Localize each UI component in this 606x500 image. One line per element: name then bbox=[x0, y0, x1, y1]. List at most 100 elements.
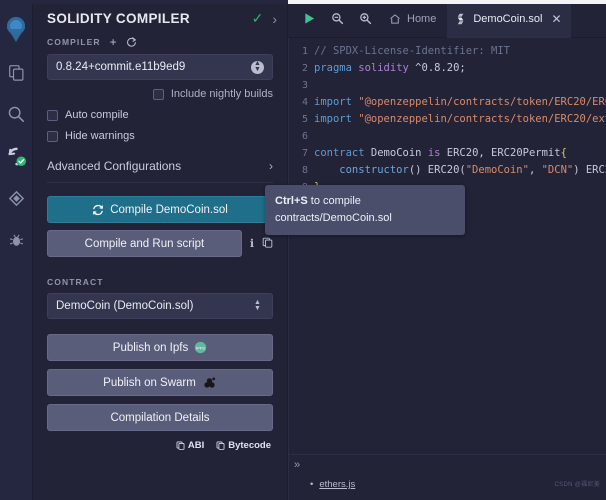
code-token: () bbox=[408, 164, 428, 176]
bytecode-label: Bytecode bbox=[228, 440, 271, 451]
close-icon[interactable]: ✕ bbox=[551, 12, 561, 26]
copy-icon-svg bbox=[262, 237, 273, 248]
info-icon[interactable]: ℹ bbox=[250, 237, 254, 250]
bug-icon bbox=[9, 234, 23, 246]
auto-compile-label: Auto compile bbox=[65, 109, 129, 121]
sidebar-item-solidity-compiler[interactable] bbox=[0, 135, 33, 177]
zoom-in-icon bbox=[359, 13, 371, 25]
ethersjs-link[interactable]: ethers.js bbox=[319, 479, 355, 490]
code-token: "@openzeppelin/contracts/token/ERC20/ext bbox=[358, 113, 606, 125]
line-number-gutter: 123456789 bbox=[288, 38, 314, 454]
contract-stepper-icon: ▲ ▼ bbox=[251, 299, 264, 313]
sidebar-item-debugger[interactable] bbox=[0, 219, 33, 261]
code-token: import bbox=[314, 113, 359, 125]
deploy-diamond-icon bbox=[8, 190, 24, 206]
code-token: , bbox=[528, 164, 542, 176]
contract-label: CONTRACT bbox=[47, 277, 104, 287]
code-token: pragma bbox=[314, 62, 359, 74]
chevrons-down-icon[interactable]: » bbox=[294, 459, 300, 471]
advanced-configurations-row[interactable]: Advanced Configurations › bbox=[47, 159, 273, 183]
solidity-compiler-icon bbox=[8, 147, 26, 166]
code-token: contract bbox=[314, 147, 371, 159]
icon-sidebar bbox=[0, 0, 33, 500]
run-button[interactable] bbox=[296, 6, 322, 32]
tab-democoin-sol-label: DemoCoin.sol bbox=[473, 12, 543, 25]
code-token: ^0.8.20; bbox=[415, 62, 466, 74]
publish-on-ipfs-button[interactable]: Publish on Ipfs IPFS bbox=[47, 334, 273, 361]
compile-button[interactable]: Compile DemoCoin.sol bbox=[47, 196, 273, 223]
tooltip-text: to compile bbox=[307, 195, 361, 207]
sidebar-item-deploy-run[interactable] bbox=[0, 177, 33, 219]
panel-body: COMPILER + 0.8.24+commit.e11b9ed9 ▲ ▼ In… bbox=[33, 33, 287, 451]
sidebar-item-remix-logo[interactable] bbox=[0, 9, 33, 51]
code-line: pragma solidity ^0.8.20; bbox=[314, 60, 606, 77]
play-icon bbox=[304, 13, 314, 24]
tab-home-label: Home bbox=[407, 12, 437, 25]
code-line: // SPDX-License-Identifier: MIT bbox=[314, 43, 606, 60]
remix-ide-window: SOLIDITY COMPILER ✓ › COMPILER + 0.8.24+… bbox=[0, 0, 606, 500]
line-number: 1 bbox=[301, 46, 308, 57]
page-title: SOLIDITY COMPILER bbox=[47, 11, 190, 26]
ipfs-icon: IPFS bbox=[195, 341, 207, 354]
zoom-out-button[interactable] bbox=[324, 6, 350, 32]
compilation-details-button[interactable]: Compilation Details bbox=[47, 404, 273, 431]
hide-warnings-checkbox[interactable] bbox=[47, 130, 58, 142]
code-token: // SPDX-License-Identifier: MIT bbox=[314, 45, 510, 57]
chevron-right-icon[interactable]: › bbox=[272, 11, 277, 27]
stepper-down: ▼ bbox=[254, 66, 261, 73]
remix-logo-icon bbox=[7, 17, 25, 42]
nightly-builds-row[interactable]: Include nightly builds bbox=[47, 88, 273, 100]
publish-on-swarm-label: Publish on Swarm bbox=[103, 376, 196, 389]
hide-warnings-row[interactable]: Hide warnings bbox=[47, 130, 273, 142]
nightly-builds-checkbox[interactable] bbox=[152, 88, 164, 100]
sidebar-item-search[interactable] bbox=[0, 93, 33, 135]
stepper-icon: ▲ ▼ bbox=[251, 60, 264, 74]
auto-compile-row[interactable]: Auto compile bbox=[47, 109, 273, 121]
tab-home[interactable]: Home bbox=[380, 0, 445, 38]
contract-select[interactable]: DemoCoin (DemoCoin.sol) ▲ ▼ bbox=[47, 293, 273, 319]
artifact-links: ABI Bytecode bbox=[47, 440, 273, 451]
compiler-label: COMPILER bbox=[47, 37, 101, 47]
code-content[interactable]: // SPDX-License-Identifier: MIT pragma so… bbox=[314, 38, 606, 454]
tab-democoin-sol[interactable]: DemoCoin.sol ✕ bbox=[447, 0, 571, 38]
compilation-details-label: Compilation Details bbox=[110, 411, 210, 424]
copy-icon bbox=[216, 441, 225, 450]
compile-and-run-script-button[interactable]: Compile and Run script bbox=[47, 230, 242, 257]
line-number: 8 bbox=[301, 165, 308, 176]
bytecode-copy-link[interactable]: Bytecode bbox=[216, 440, 271, 451]
reload-icon[interactable] bbox=[126, 36, 137, 49]
files-icon bbox=[8, 64, 23, 81]
tooltip-line-2: contracts/DemoCoin.sol bbox=[275, 212, 392, 224]
code-token: constructor bbox=[314, 164, 409, 176]
code-line: import "@openzeppelin/contracts/token/ER… bbox=[314, 94, 606, 111]
reload-icon-svg bbox=[126, 36, 136, 47]
editor-tabbar: Home DemoCoin.sol ✕ bbox=[288, 0, 606, 38]
advanced-configurations-label: Advanced Configurations bbox=[47, 159, 182, 173]
copy-icon[interactable] bbox=[262, 237, 273, 251]
zoom-in-button[interactable] bbox=[352, 6, 378, 32]
publish-on-swarm-button[interactable]: Publish on Swarm bbox=[47, 369, 273, 396]
auto-compile-checkbox[interactable] bbox=[47, 109, 58, 121]
code-token: solidity bbox=[358, 62, 416, 74]
bullet-icon: • bbox=[310, 479, 314, 490]
code-token: import bbox=[314, 96, 359, 108]
contract-value: DemoCoin (DemoCoin.sol) bbox=[56, 300, 194, 312]
compiler-version-select[interactable]: 0.8.24+commit.e11b9ed9 ▲ ▼ bbox=[47, 54, 273, 80]
line-number: 2 bbox=[301, 63, 308, 74]
sidebar-item-file-explorer[interactable] bbox=[0, 51, 33, 93]
terminal-panel: » • ethers.js CSDN @福尼美 bbox=[288, 454, 606, 500]
code-token: DemoCoin bbox=[370, 147, 428, 159]
line-number: 4 bbox=[301, 97, 308, 108]
plus-icon[interactable]: + bbox=[110, 36, 117, 48]
line-number: 5 bbox=[301, 114, 308, 125]
code-line: constructor() ERC20("DemoCoin", "DCN") E… bbox=[314, 162, 606, 179]
swarm-icon bbox=[204, 377, 215, 388]
abi-copy-link[interactable]: ABI bbox=[176, 440, 204, 451]
code-editor[interactable]: 123456789 // SPDX-License-Identifier: MI… bbox=[288, 38, 606, 454]
refresh-icon bbox=[93, 204, 104, 215]
code-token: ERC20, ERC20Permit bbox=[446, 147, 561, 159]
search-icon bbox=[8, 106, 25, 123]
zoom-out-icon bbox=[331, 13, 343, 25]
